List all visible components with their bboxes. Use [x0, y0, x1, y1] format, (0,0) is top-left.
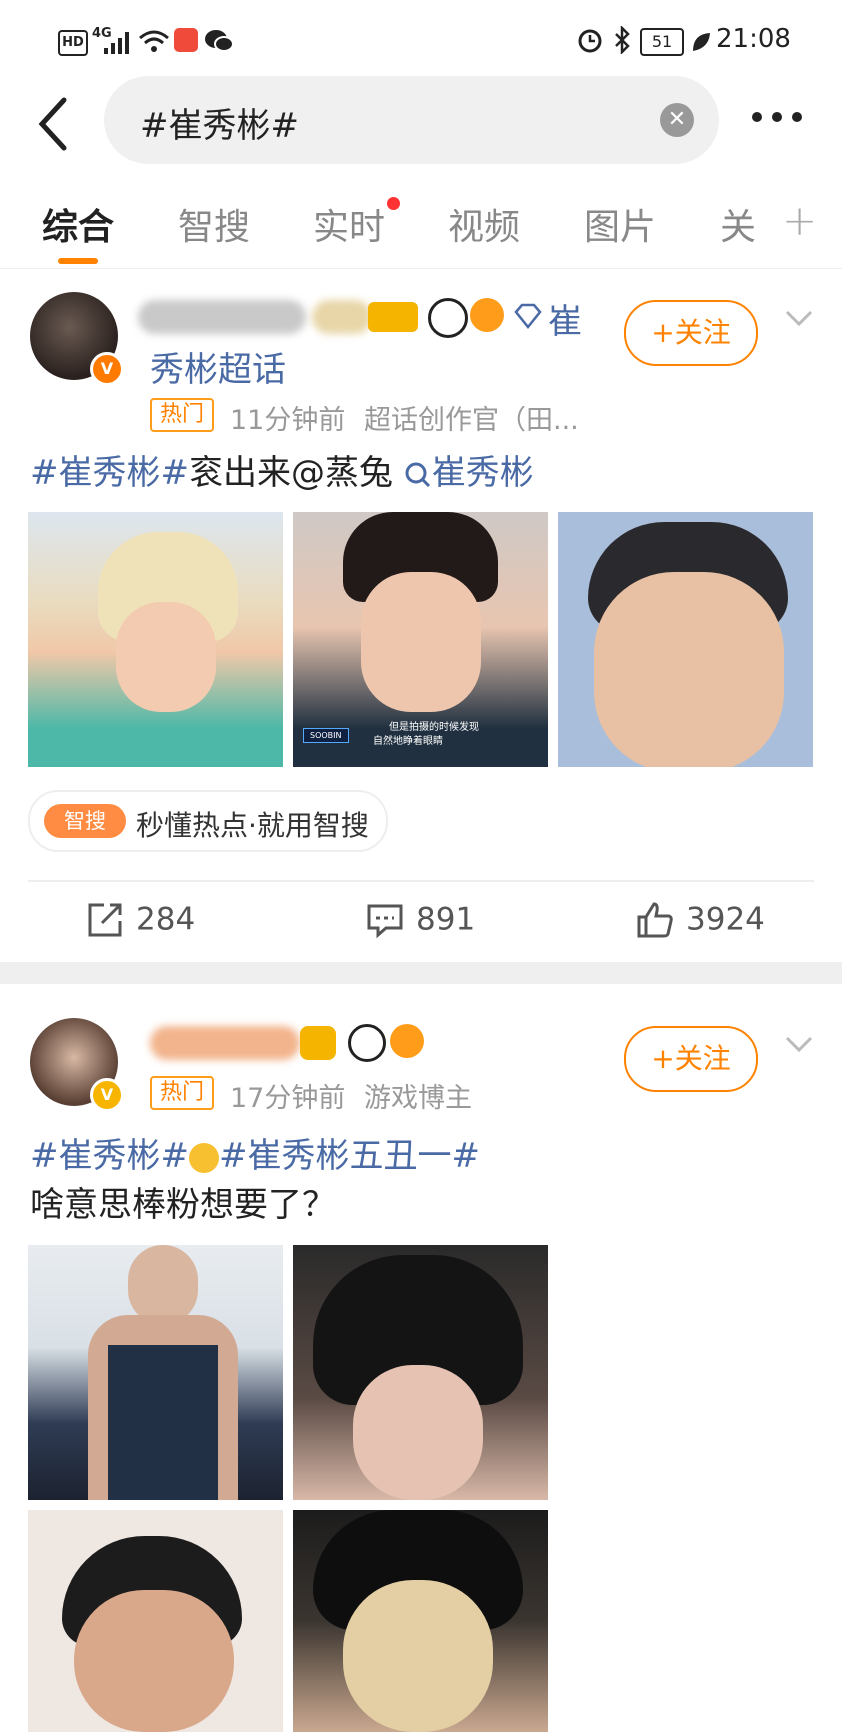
tab-indicator	[58, 258, 98, 264]
signal-icon	[104, 32, 132, 54]
post-time: 11分钟前	[230, 405, 346, 436]
post-text: #崔秀彬#衮出来@蒸兔 崔秀彬	[30, 448, 534, 498]
subtitle-line1: 但是拍摄的时候发现	[389, 722, 479, 733]
post-source: 超话创作官（田...	[364, 405, 579, 436]
hot-badge: 热门	[150, 1076, 215, 1110]
post-image-4[interactable]	[293, 1510, 548, 1732]
diamond-icon	[514, 303, 542, 330]
repost-count: 284	[136, 901, 196, 938]
status-bar: HD 4G 51 21:08	[0, 0, 842, 80]
post-text: #崔秀彬# #崔秀彬五丑一#	[30, 1131, 480, 1181]
repost-button[interactable]: 284	[86, 900, 195, 960]
app-notification-icon	[174, 28, 198, 52]
face-shape	[343, 1580, 493, 1732]
comment-icon	[367, 904, 403, 938]
search-input[interactable]: #崔秀彬# ✕	[104, 76, 719, 164]
face-shape	[594, 572, 784, 767]
zhisou-tag: 智搜	[44, 804, 126, 838]
subtitle-line2: 自然地睁着眼睛	[373, 736, 443, 747]
username-line2[interactable]: 秀彬超话	[150, 342, 286, 391]
hot-badge: 热门	[150, 398, 215, 432]
topic-link[interactable]: #崔秀彬#	[30, 453, 189, 493]
follow-button[interactable]: +关注	[624, 1026, 758, 1092]
emoji-icon	[188, 1142, 219, 1173]
post-image-2[interactable]	[293, 1245, 548, 1500]
search-icon	[405, 462, 430, 487]
repost-icon	[88, 903, 122, 936]
panda-icon	[428, 298, 468, 338]
panda-icon	[348, 1024, 386, 1062]
bluetooth-icon	[615, 26, 630, 54]
wechat-icon	[205, 30, 234, 52]
topic-link[interactable]: #崔秀彬#	[30, 1136, 189, 1176]
chevron-down-icon[interactable]	[784, 302, 814, 332]
like-button[interactable]: 3924	[636, 900, 765, 960]
add-tab-icon[interactable]: +	[782, 196, 817, 245]
crown-icon	[300, 1026, 336, 1060]
zhisou-text: 秒懂热点·就用智搜	[136, 809, 369, 842]
tab-comprehensive[interactable]: 综合	[42, 198, 114, 250]
search-query[interactable]: #崔秀彬#	[140, 98, 299, 147]
post-separator	[0, 962, 842, 984]
tab-realtime[interactable]: 实时	[313, 198, 385, 250]
fish-icon	[470, 298, 504, 332]
face-shape	[361, 572, 481, 712]
verified-icon: V	[90, 352, 124, 386]
topic-link[interactable]: #崔秀彬五丑一#	[219, 1136, 480, 1176]
face-shape	[74, 1590, 234, 1732]
fish-icon	[390, 1024, 424, 1058]
face-shape	[128, 1245, 198, 1325]
post-image-1[interactable]	[28, 1245, 283, 1500]
face-shape	[353, 1365, 483, 1500]
post-image-2[interactable]: SOOBIN 但是拍摄的时候发现 自然地睁着眼睛	[293, 512, 548, 767]
zhisou-banner[interactable]: 智搜 秒懂热点·就用智搜	[28, 790, 388, 852]
comment-button[interactable]: 891	[366, 900, 475, 960]
post-image-1[interactable]	[28, 512, 283, 767]
username-blurred[interactable]	[150, 1026, 300, 1060]
alarm-icon	[578, 29, 602, 53]
tab-images[interactable]: 图片	[584, 198, 656, 250]
leaf-icon	[693, 33, 710, 51]
post-image-3[interactable]	[558, 512, 813, 767]
clear-icon[interactable]: ✕	[660, 103, 694, 137]
tab-video[interactable]: 视频	[448, 198, 520, 250]
post-source: 游戏博主	[364, 1083, 472, 1114]
like-count: 3924	[686, 901, 765, 938]
post-body: 衮出来@蒸兔	[188, 453, 393, 493]
post-time: 17分钟前	[230, 1083, 346, 1114]
level-badge-icon	[368, 302, 418, 332]
battery-icon: 51	[640, 28, 684, 56]
verified-icon: V	[90, 1078, 124, 1112]
chevron-down-icon[interactable]	[784, 1028, 814, 1058]
tab-zhisou[interactable]: 智搜	[178, 198, 250, 250]
divider	[28, 880, 814, 882]
face-shape	[116, 602, 216, 712]
wifi-icon	[139, 30, 169, 52]
post-image-3[interactable]	[28, 1510, 283, 1732]
search-link[interactable]: 崔秀彬	[404, 453, 534, 493]
hd-icon: HD	[58, 30, 88, 56]
comment-count: 891	[416, 901, 476, 938]
divider	[0, 268, 842, 269]
tab-users[interactable]: 关	[720, 198, 756, 250]
clock: 21:08	[716, 24, 791, 54]
username-tail[interactable]: 崔	[548, 294, 582, 343]
back-icon[interactable]	[34, 94, 74, 154]
username-blurred[interactable]	[138, 300, 306, 334]
thumbs-up-icon	[637, 901, 673, 937]
subtitle-name: SOOBIN	[303, 728, 349, 743]
post-text-line2: 啥意思棒粉想要了？	[30, 1185, 336, 1225]
more-icon[interactable]	[752, 112, 804, 124]
new-dot	[387, 197, 400, 210]
overalls-shape	[108, 1345, 218, 1500]
username-blurred-tail[interactable]	[312, 300, 372, 334]
follow-button[interactable]: +关注	[624, 300, 758, 366]
